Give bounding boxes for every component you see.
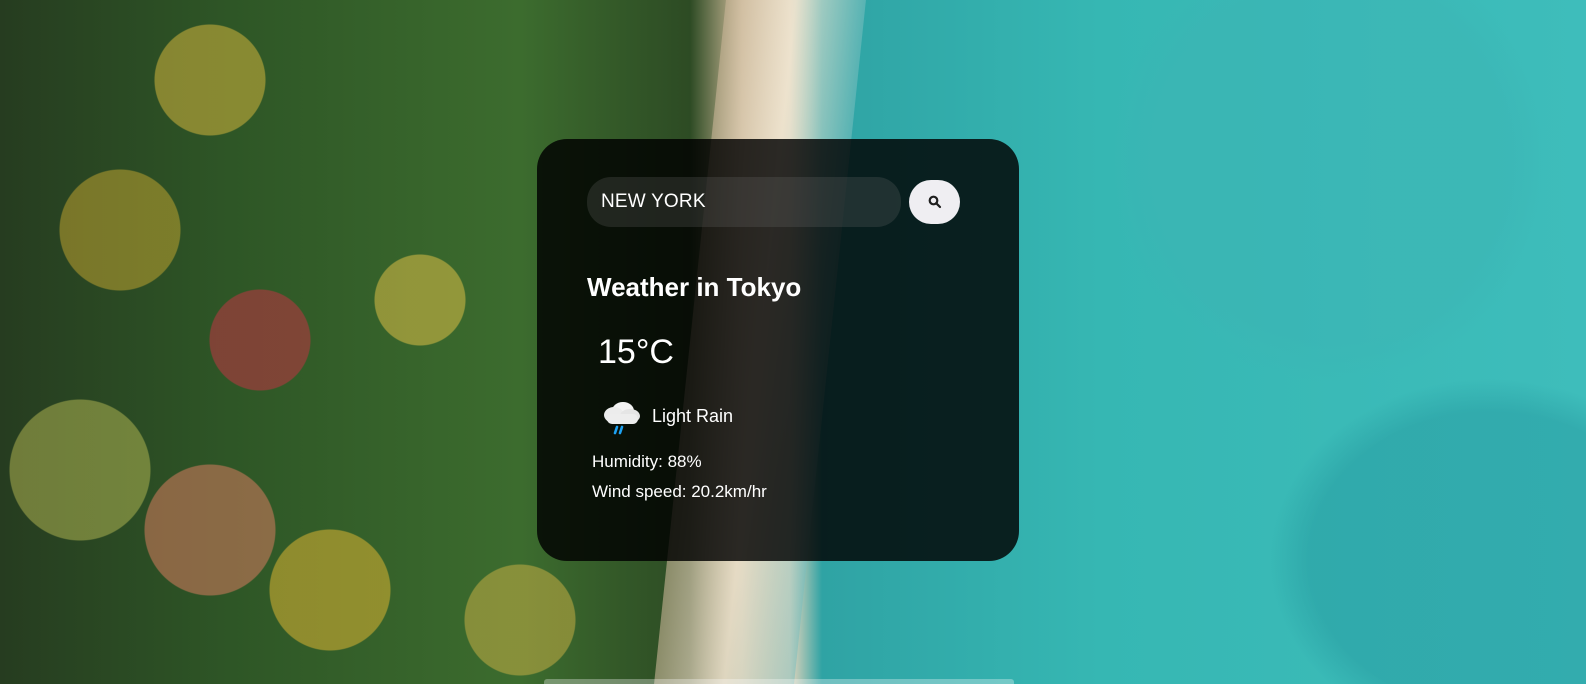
condition-row: Light Rain (599, 394, 969, 439)
weather-details: Humidity: 88% Wind speed: 20.2km/hr (592, 447, 969, 507)
search-input[interactable] (587, 177, 901, 227)
city-title: Weather in Tokyo (587, 272, 802, 302)
weather-card: Weather in Tokyo 15°C Light Rain Humidit… (537, 139, 1019, 561)
search-row (587, 177, 969, 227)
bottom-strip (544, 679, 1014, 684)
search-button[interactable] (909, 180, 960, 224)
light-rain-icon (599, 394, 644, 439)
humidity-label: Humidity: 88% (592, 452, 702, 471)
temperature-value: 15°C (598, 333, 674, 371)
search-icon (928, 195, 942, 209)
wind-speed-label: Wind speed: 20.2km/hr (592, 481, 767, 501)
condition-label: Light Rain (652, 406, 734, 426)
